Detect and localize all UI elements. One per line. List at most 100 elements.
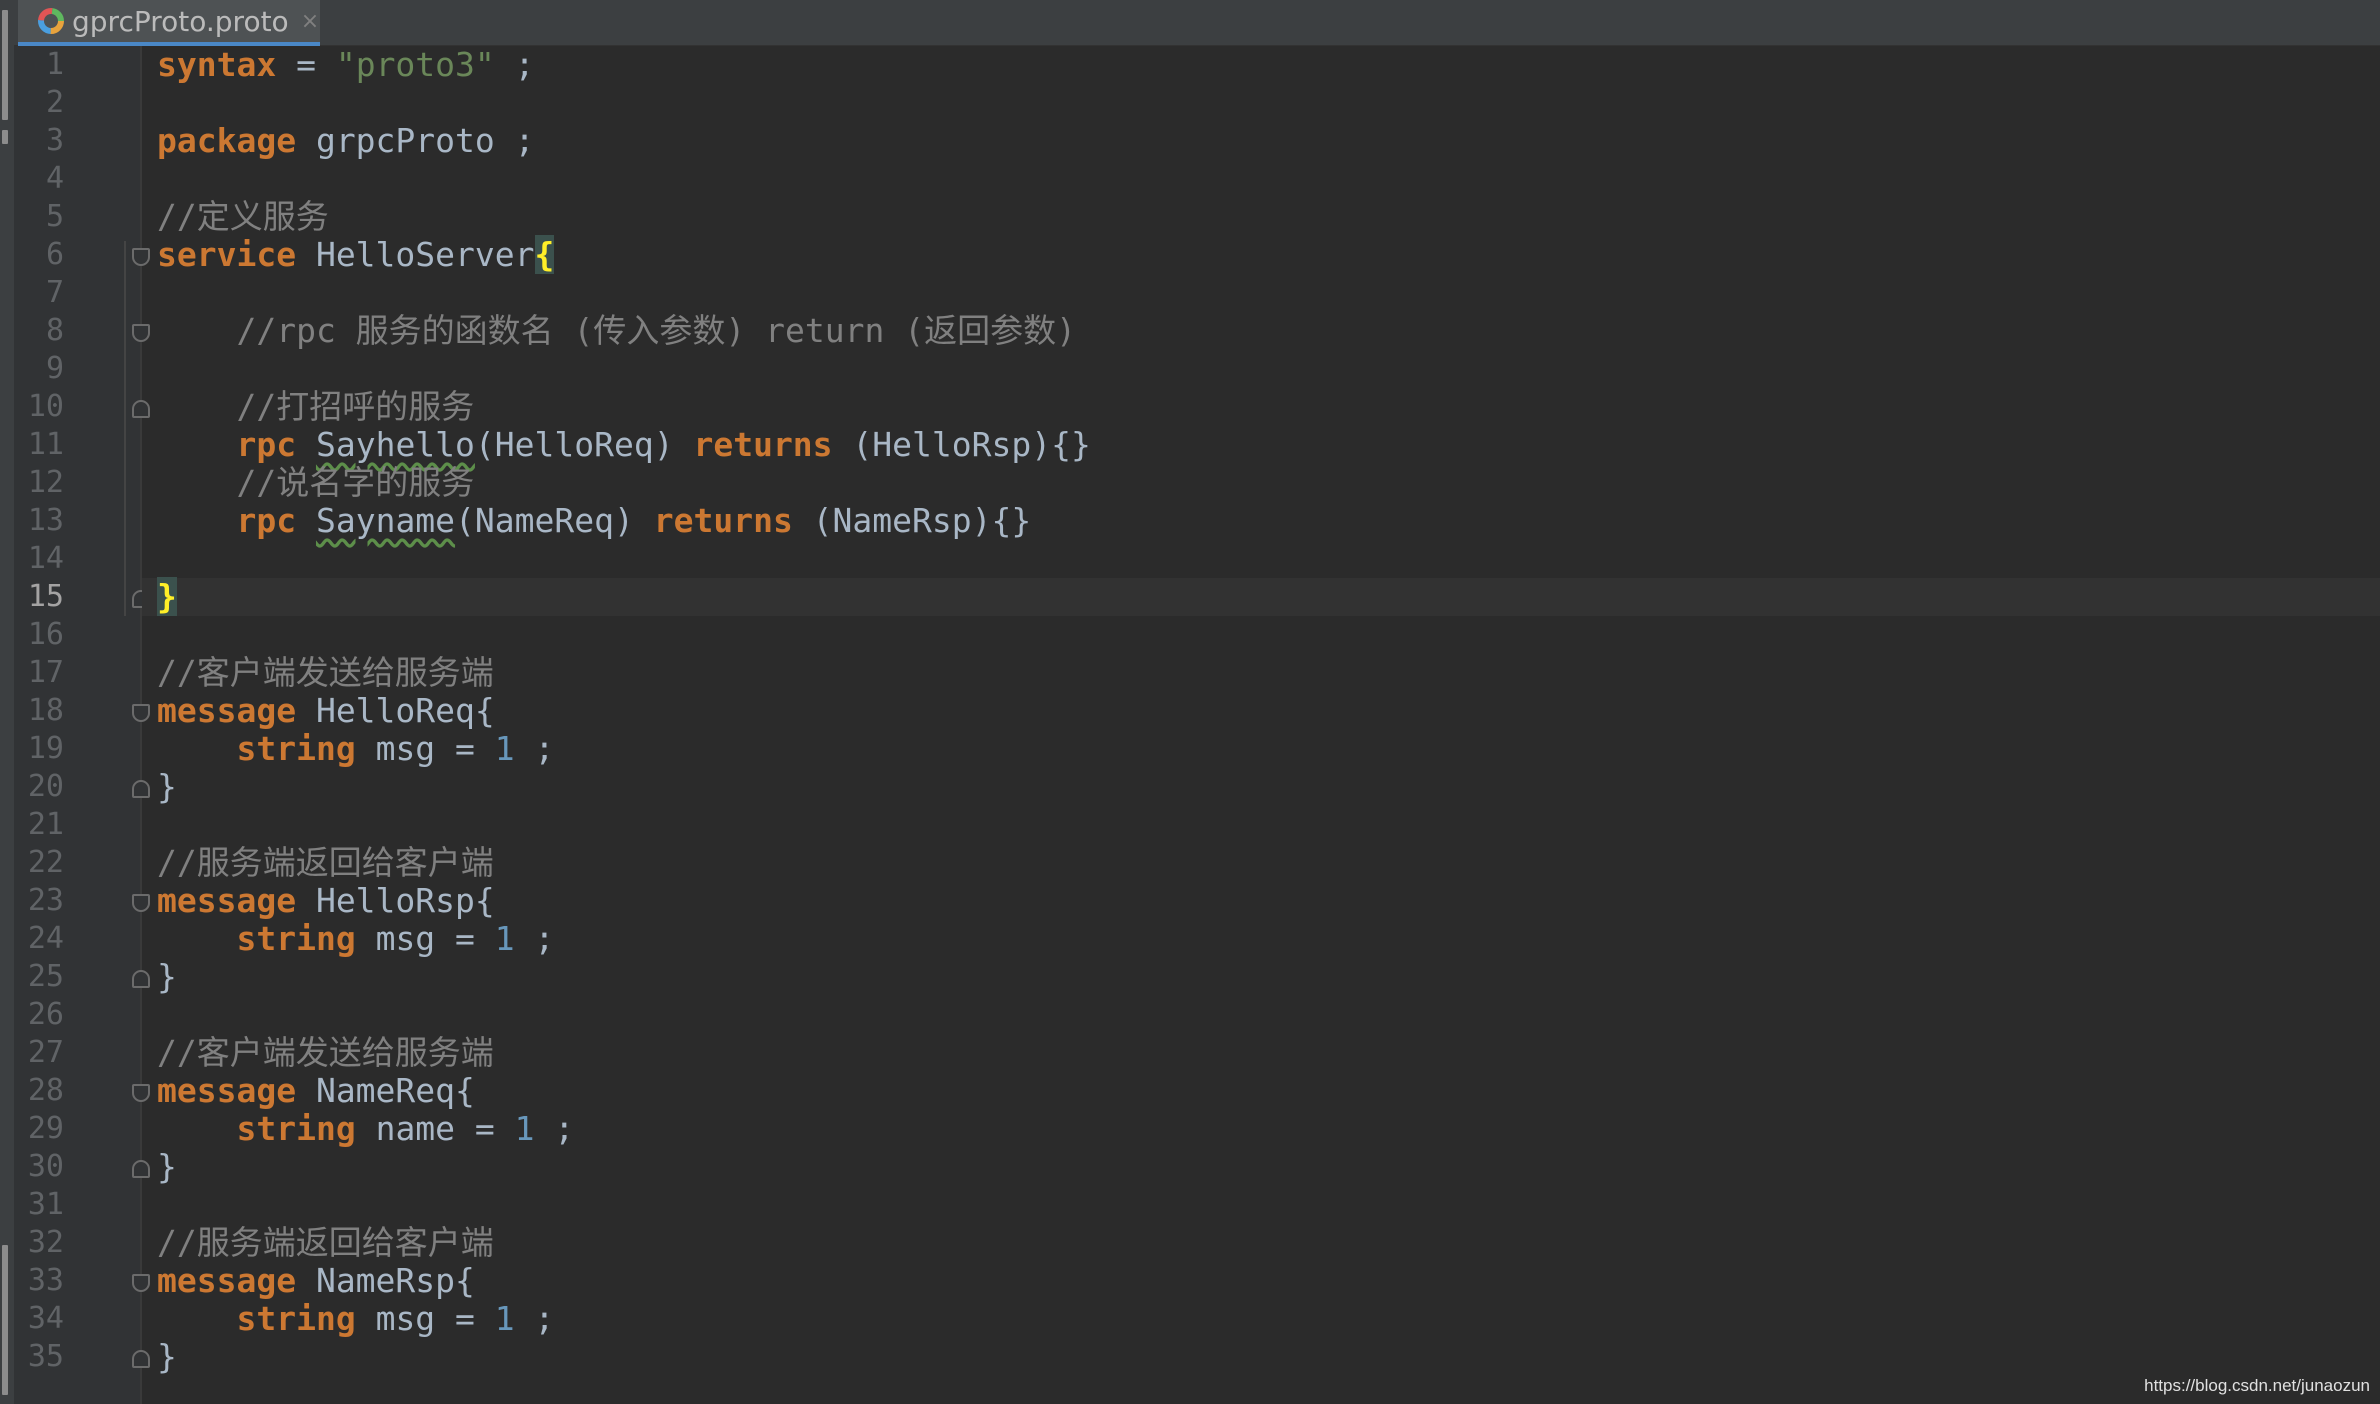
project-tool-tab[interactable] bbox=[2, 10, 8, 120]
fold-toggle-icon[interactable] bbox=[132, 970, 150, 988]
fold-toggle-icon[interactable] bbox=[132, 1274, 150, 1292]
indent-guide bbox=[124, 241, 126, 616]
code-line-15: } bbox=[157, 577, 177, 616]
keyword: string bbox=[236, 1109, 356, 1148]
number-literal: 1 bbox=[494, 1299, 515, 1338]
line-number: 2 bbox=[45, 85, 64, 120]
code-text: msg = bbox=[355, 1299, 495, 1338]
code-line-27: //客户端发送给服务端 bbox=[157, 1033, 494, 1072]
fold-toggle-icon[interactable] bbox=[132, 894, 150, 912]
code-line-35: } bbox=[157, 1337, 177, 1376]
string-literal: "proto3" bbox=[335, 45, 495, 84]
code-text: msg = bbox=[355, 919, 495, 958]
line-number: 24 bbox=[27, 921, 64, 956]
code-line-6: service HelloServer{ bbox=[157, 235, 555, 274]
line-number: 35 bbox=[27, 1339, 64, 1374]
matched-brace: { bbox=[534, 235, 555, 274]
keyword: message bbox=[157, 691, 297, 730]
code-line-13: rpc Sayname(NameReq) returns (NameRsp){} bbox=[157, 502, 1031, 540]
tab-filename: gprcProto.proto bbox=[72, 4, 289, 38]
code-text: = bbox=[276, 45, 336, 84]
code-line-34: string msg = 1 ; bbox=[157, 1300, 554, 1338]
line-number: 25 bbox=[27, 959, 64, 994]
code-line-19: string msg = 1 ; bbox=[157, 730, 554, 768]
keyword: package bbox=[157, 121, 297, 160]
line-number: 13 bbox=[27, 503, 64, 538]
code-text: name = bbox=[355, 1109, 515, 1148]
tool-window-strip[interactable] bbox=[0, 0, 15, 1404]
fold-toggle-icon[interactable] bbox=[132, 324, 150, 342]
fold-toggle-icon[interactable] bbox=[132, 248, 150, 266]
line-number: 18 bbox=[27, 693, 64, 728]
code-line-25: } bbox=[157, 957, 177, 996]
line-number: 28 bbox=[27, 1073, 64, 1108]
code-line-28: message NameReq{ bbox=[157, 1072, 475, 1110]
fold-toggle-icon[interactable] bbox=[132, 1160, 150, 1178]
line-number: 30 bbox=[27, 1149, 64, 1184]
message-name: HelloRsp{ bbox=[296, 881, 495, 920]
line-number: 20 bbox=[27, 769, 64, 804]
code-line-30: } bbox=[157, 1147, 177, 1186]
line-number: 34 bbox=[27, 1301, 64, 1336]
structure-tool-tab[interactable] bbox=[2, 1245, 8, 1395]
line-number: 33 bbox=[27, 1263, 64, 1298]
code-line-23: message HelloRsp{ bbox=[157, 882, 495, 920]
code-text: ; bbox=[514, 729, 555, 768]
proto-file-icon bbox=[38, 8, 64, 34]
keyword: message bbox=[157, 881, 297, 920]
code-text: (NameRsp){} bbox=[792, 501, 1032, 540]
caret-line-highlight bbox=[142, 578, 2380, 616]
keyword: message bbox=[157, 1071, 297, 1110]
fold-toggle-icon[interactable] bbox=[132, 1350, 150, 1368]
line-number: 26 bbox=[27, 997, 64, 1032]
editor-tab-bar: gprcProto.proto × bbox=[14, 0, 2380, 46]
code-text: ; bbox=[494, 45, 535, 84]
keyword: rpc bbox=[236, 425, 297, 464]
keyword: syntax bbox=[157, 45, 277, 84]
editor-tab-gprcproto[interactable]: gprcProto.proto × bbox=[18, 0, 320, 46]
line-number: 22 bbox=[27, 845, 64, 880]
number-literal: 1 bbox=[494, 919, 515, 958]
line-number: 9 bbox=[45, 351, 64, 386]
message-name: HelloReq{ bbox=[296, 691, 495, 730]
fold-toggle-icon[interactable] bbox=[132, 1084, 150, 1102]
code-line-32: //服务端返回给客户端 bbox=[157, 1223, 494, 1262]
line-number: 3 bbox=[45, 123, 64, 158]
code-line-20: } bbox=[157, 767, 177, 806]
number-literal: 1 bbox=[514, 1109, 535, 1148]
code-text: (NameReq) bbox=[455, 501, 654, 540]
code-line-1: syntax = "proto3" ; bbox=[157, 46, 535, 84]
keyword: message bbox=[157, 1261, 297, 1300]
keyword: service bbox=[157, 235, 297, 274]
code-line-11: rpc Sayhello(HelloReq) returns (HelloRsp… bbox=[157, 425, 1090, 464]
close-icon[interactable]: × bbox=[301, 9, 319, 34]
tool-tab-marker bbox=[2, 130, 8, 144]
line-number: 27 bbox=[27, 1035, 64, 1070]
keyword: returns bbox=[653, 501, 793, 540]
keyword: string bbox=[236, 729, 356, 768]
line-number: 1 bbox=[45, 47, 64, 82]
code-line-12: //说名字的服务 bbox=[157, 463, 475, 502]
watermark: https://blog.csdn.net/junaozun bbox=[2144, 1376, 2370, 1395]
code-line-18: message HelloReq{ bbox=[157, 692, 495, 730]
line-number: 10 bbox=[27, 389, 64, 424]
line-number: 5 bbox=[45, 199, 64, 234]
code-text: ; bbox=[514, 919, 555, 958]
keyword: rpc bbox=[236, 501, 297, 540]
code-text: (HelloReq) bbox=[474, 425, 694, 464]
code-line-3: package grpcProto ; bbox=[157, 122, 535, 160]
line-number: 12 bbox=[27, 465, 64, 500]
fold-toggle-icon[interactable] bbox=[132, 400, 150, 418]
rpc-name: Sayhello bbox=[315, 425, 475, 464]
code-line-29: string name = 1 ; bbox=[157, 1110, 574, 1148]
fold-toggle-icon[interactable] bbox=[132, 780, 150, 798]
keyword: returns bbox=[693, 425, 833, 464]
fold-toggle-icon[interactable] bbox=[132, 704, 150, 722]
code-line-8: //rpc 服务的函数名 (传入参数) return (返回参数) bbox=[157, 311, 1076, 350]
